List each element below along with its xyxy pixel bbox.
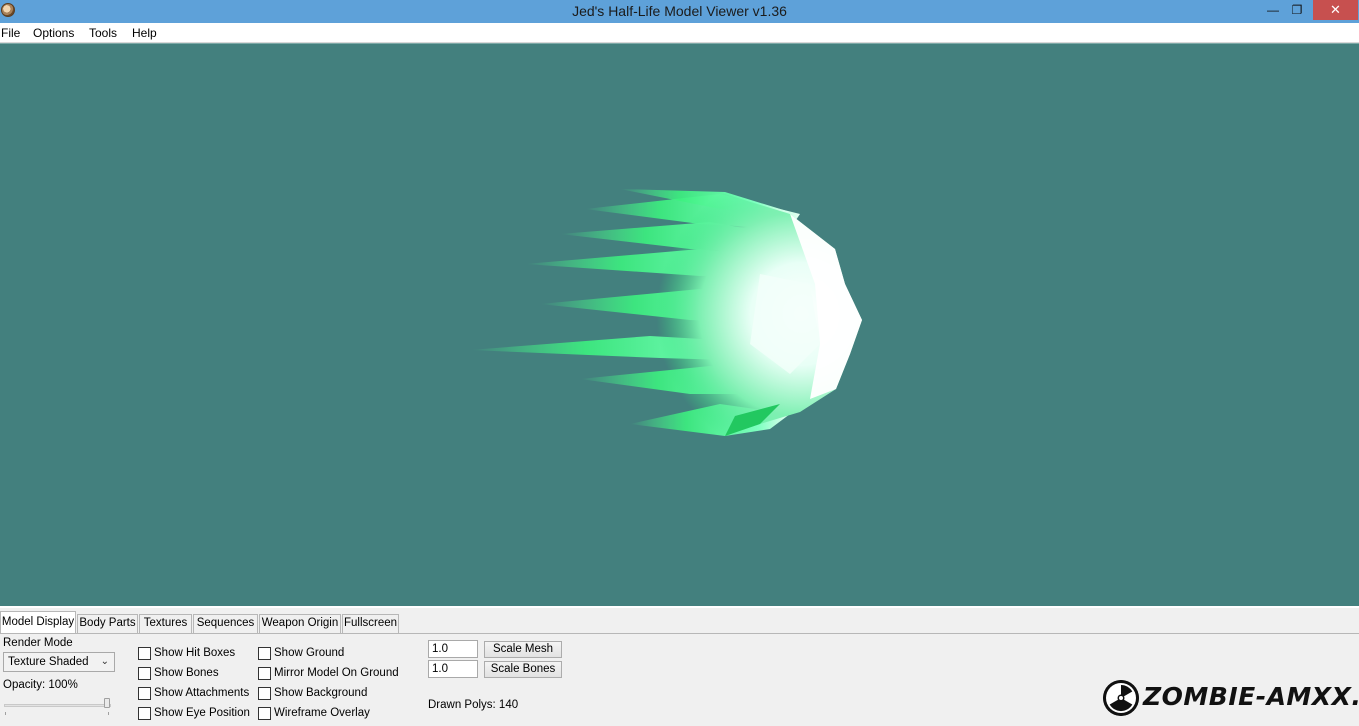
checkbox-label: Wireframe Overlay (274, 707, 370, 719)
opacity-label: Opacity: 100% (3, 679, 78, 691)
checkbox-box[interactable] (138, 667, 151, 680)
tab-sequences[interactable]: Sequences (193, 614, 258, 633)
window-title: Jed's Half-Life Model Viewer v1.36 (572, 3, 787, 19)
tab-textures[interactable]: Textures (139, 614, 192, 633)
model-viewport[interactable] (0, 43, 1359, 606)
checkbox-label: Mirror Model On Ground (274, 667, 399, 679)
checkbox-box[interactable] (138, 647, 151, 660)
tab-fullscreen[interactable]: Fullscreen (342, 614, 399, 633)
menu-options[interactable]: Options (33, 26, 74, 40)
drawn-polys-label: Drawn Polys: 140 (428, 699, 519, 711)
checkbox-label: Show Hit Boxes (154, 647, 236, 659)
menu-bar: File Options Tools Help (0, 23, 1359, 43)
render-mode-label: Render Mode (3, 637, 73, 649)
tab-body-parts[interactable]: Body Parts (77, 614, 138, 633)
menu-file[interactable]: File (1, 26, 20, 40)
menu-help[interactable]: Help (132, 26, 157, 40)
tab-model-display[interactable]: Model Display (0, 611, 76, 633)
title-bar: Jed's Half-Life Model Viewer v1.36 — ❐ ✕ (0, 0, 1359, 23)
opacity-slider-thumb[interactable] (104, 698, 110, 708)
slider-tick (108, 712, 109, 715)
checkbox-box[interactable] (138, 707, 151, 720)
model-render (470, 189, 862, 436)
scale-bones-button[interactable]: Scale Bones (484, 661, 562, 678)
scale-mesh-input[interactable]: 1.0 (428, 640, 478, 658)
tab-weapon-origin[interactable]: Weapon Origin (259, 614, 341, 633)
render-mode-select[interactable]: Texture Shaded ⌄ (3, 652, 115, 672)
minimize-button[interactable]: — (1261, 0, 1285, 20)
checkbox-label: Show Eye Position (154, 707, 250, 719)
restore-button[interactable]: ❐ (1285, 0, 1309, 20)
checkbox-box[interactable] (258, 647, 271, 660)
checkbox-box[interactable] (258, 687, 271, 700)
chevron-down-icon: ⌄ (100, 656, 109, 667)
checkbox-box[interactable] (258, 707, 271, 720)
checkbox-label: Show Ground (274, 647, 345, 659)
checkbox-label: Show Attachments (154, 687, 250, 699)
scale-bones-input[interactable]: 1.0 (428, 660, 478, 678)
opacity-slider-track[interactable] (4, 704, 111, 707)
checkbox-box[interactable] (258, 667, 271, 680)
checkbox-label: Show Background (274, 687, 368, 699)
model-display-panel: Render Mode Texture Shaded ⌄ Opacity: 10… (0, 633, 1359, 726)
slider-tick (5, 712, 6, 715)
checkbox-box[interactable] (138, 687, 151, 700)
scale-mesh-button[interactable]: Scale Mesh (484, 641, 562, 658)
radiation-icon (1103, 680, 1139, 716)
close-button[interactable]: ✕ (1313, 0, 1358, 20)
checkbox-label: Show Bones (154, 667, 219, 679)
menu-tools[interactable]: Tools (89, 26, 117, 40)
render-mode-value: Texture Shaded (8, 656, 89, 668)
watermark-text: ZOMBIE-AMXX.RU (1143, 682, 1359, 711)
